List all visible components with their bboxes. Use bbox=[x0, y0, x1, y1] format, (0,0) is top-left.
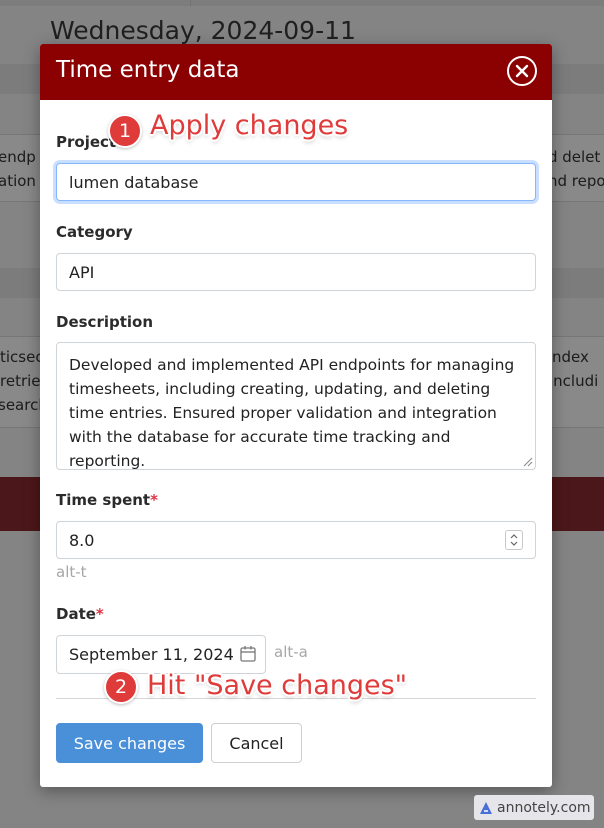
required-asterisk: * bbox=[150, 491, 158, 509]
annotation-step-1-badge: 1 bbox=[108, 114, 142, 148]
project-input[interactable]: lumen database bbox=[56, 163, 536, 201]
date-value: September 11, 2024 bbox=[69, 645, 234, 664]
description-value: Developed and implemented API endpoints … bbox=[69, 356, 515, 470]
annotation-step-1-text: Apply changes bbox=[150, 110, 349, 141]
time-spent-shortcut-hint: alt-t bbox=[56, 563, 87, 581]
save-changes-button[interactable]: Save changes bbox=[56, 723, 203, 763]
project-label: Project bbox=[56, 133, 117, 151]
description-textarea[interactable]: Developed and implemented API endpoints … bbox=[56, 342, 536, 470]
date-input[interactable]: September 11, 2024 bbox=[56, 635, 266, 674]
annotely-logo-icon bbox=[480, 801, 492, 814]
annotely-watermark: annotely.com bbox=[474, 795, 594, 820]
project-value: lumen database bbox=[69, 172, 199, 192]
number-spinner-icon[interactable] bbox=[505, 530, 523, 550]
time-spent-input[interactable]: 8.0 bbox=[56, 521, 536, 559]
required-asterisk: * bbox=[95, 605, 104, 623]
date-shortcut-hint: alt-a bbox=[274, 643, 308, 661]
modal-title: Time entry data bbox=[56, 57, 240, 83]
annotation-step-2-badge: 2 bbox=[104, 670, 138, 704]
description-label: Description bbox=[56, 313, 154, 331]
cancel-button[interactable]: Cancel bbox=[211, 723, 302, 763]
category-label: Category bbox=[56, 223, 133, 241]
category-input[interactable]: API bbox=[56, 253, 536, 291]
calendar-icon[interactable] bbox=[240, 645, 256, 662]
watermark-text: annotely.com bbox=[497, 799, 591, 816]
resize-handle-icon[interactable] bbox=[523, 457, 533, 467]
date-label: Date* bbox=[56, 605, 104, 623]
category-value: API bbox=[69, 262, 95, 282]
time-spent-value: 8.0 bbox=[69, 530, 95, 550]
time-spent-label: Time spent* bbox=[56, 491, 158, 509]
close-icon[interactable] bbox=[507, 56, 537, 86]
modal-header: Time entry data bbox=[40, 44, 552, 100]
annotation-step-2-text: Hit "Save changes" bbox=[147, 670, 408, 701]
